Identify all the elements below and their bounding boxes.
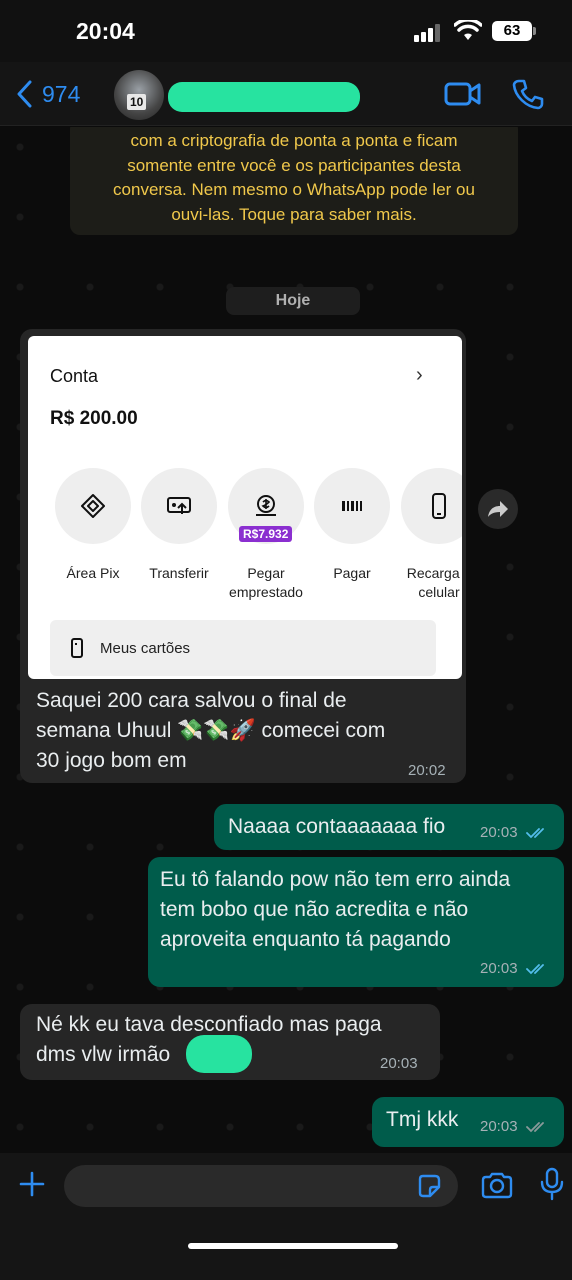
date-separator: Hoje	[226, 287, 360, 315]
account-actions: Área Pix Transferir R$7.932 Pegar empres…	[50, 468, 462, 608]
action-transferir: Transferir	[136, 468, 222, 583]
barcode-icon	[342, 501, 362, 511]
chevron-right-icon: ›	[416, 364, 423, 386]
encryption-line: conversa. Nem mesmo o WhatsApp pode ler …	[113, 180, 475, 199]
encryption-line: somente entre você e os participantes de…	[127, 155, 461, 175]
encryption-line: ouvi-las. Toque para saber mais.	[171, 204, 417, 224]
transfer-icon	[167, 497, 191, 514]
wifi-icon	[454, 20, 482, 40]
message-bubble-outgoing[interactable]: Naaaa contaaaaaaa fio 20:03	[214, 804, 564, 850]
my-cards-label: Meus cartões	[100, 639, 191, 657]
redacted-text	[186, 1035, 252, 1073]
plus-icon[interactable]	[18, 1170, 46, 1198]
avatar-jersey-number: 10	[127, 94, 147, 110]
video-call-icon[interactable]	[444, 80, 482, 108]
message-text: Tmj kkk	[386, 1108, 459, 1131]
status-time: 20:04	[76, 18, 135, 44]
forward-button[interactable]	[478, 489, 518, 529]
action-pagar: Pagar	[309, 468, 395, 583]
chat-area[interactable]: com a criptografia de ponta a ponta e fi…	[0, 127, 572, 1153]
message-time: 20:02	[408, 762, 446, 779]
read-receipt-icon	[525, 828, 544, 839]
message-line: 30 jogo bom em	[36, 749, 187, 772]
message-line: Eu tô falando pow não tem erro ainda	[160, 868, 511, 891]
action-label: Área Pix	[66, 565, 120, 581]
status-bar: 20:04 63	[0, 0, 572, 62]
message-time: 20:03	[480, 824, 548, 841]
back-button[interactable]: 974	[16, 80, 80, 108]
message-text: Naaaa contaaaaaaa fio	[228, 815, 446, 838]
cellular-signal-icon	[414, 24, 444, 42]
message-line: tem bobo que não acredita e não	[160, 898, 469, 921]
battery-indicator: 63	[492, 21, 536, 41]
read-receipt-icon	[525, 964, 544, 975]
loan-limit-badge: R$7.932	[239, 526, 293, 542]
message-time: 20:03	[480, 1118, 548, 1135]
message-text: Saquei 200 cara salvou o final de semana…	[36, 686, 456, 776]
home-indicator	[188, 1243, 398, 1249]
pix-icon	[81, 494, 105, 518]
encryption-line: com a criptografia de ponta a ponta e fi…	[130, 131, 458, 150]
chevron-left-icon	[17, 80, 32, 108]
shared-screenshot-image[interactable]: Conta › R$ 200.00 Área Pix Transferir R$…	[28, 336, 462, 679]
sticker-icon[interactable]	[416, 1173, 442, 1199]
message-time: 20:03	[380, 1055, 418, 1072]
contact-avatar[interactable]: 10	[114, 70, 164, 120]
account-title: Conta	[50, 366, 99, 386]
message-line: Saquei 200 cara salvou o final de	[36, 689, 347, 712]
action-label: Pagar	[333, 565, 371, 581]
message-input[interactable]	[64, 1165, 458, 1207]
my-cards-row: Meus cartões	[50, 620, 436, 676]
message-text: Eu tô falando pow não tem erro ainda tem…	[160, 865, 510, 955]
action-area-pix: Área Pix	[50, 468, 136, 583]
delivered-receipt-icon	[525, 1122, 544, 1133]
action-label: Recarga d celular	[406, 565, 460, 600]
action-label: Transferir	[149, 565, 209, 581]
message-line: semana Uhuul 💸💸🚀 comecei com	[36, 719, 386, 742]
message-composer	[0, 1153, 572, 1280]
encryption-notice[interactable]: com a criptografia de ponta a ponta e fi…	[70, 127, 518, 235]
message-time: 20:03	[480, 960, 548, 977]
chat-header: 974 10	[0, 62, 572, 126]
unread-count: 974	[42, 80, 81, 107]
phone-call-icon[interactable]	[512, 78, 544, 110]
forward-arrow-icon	[488, 501, 508, 517]
action-pegar-emprestado: R$7.932 Pegar emprestado	[223, 468, 309, 602]
message-time-label: 20:03	[480, 960, 518, 977]
account-balance: R$ 200.00	[50, 408, 138, 429]
action-recarga-celular: Recarga d celular	[396, 468, 462, 602]
action-label: Pegar emprestado	[229, 565, 303, 600]
message-time-label: 20:03	[480, 824, 518, 841]
camera-icon[interactable]	[480, 1171, 514, 1199]
message-bubble-outgoing[interactable]: Tmj kkk 20:03	[372, 1097, 564, 1147]
card-icon	[71, 638, 83, 658]
message-bubble-outgoing[interactable]: Eu tô falando pow não tem erro ainda tem…	[148, 857, 564, 987]
microphone-icon[interactable]	[540, 1167, 564, 1201]
message-line: aproveita enquanto tá pagando	[160, 928, 451, 951]
redacted-contact-name[interactable]	[168, 82, 360, 112]
message-time-label: 20:03	[480, 1118, 518, 1135]
phone-icon	[432, 493, 446, 519]
loan-icon	[256, 495, 276, 516]
